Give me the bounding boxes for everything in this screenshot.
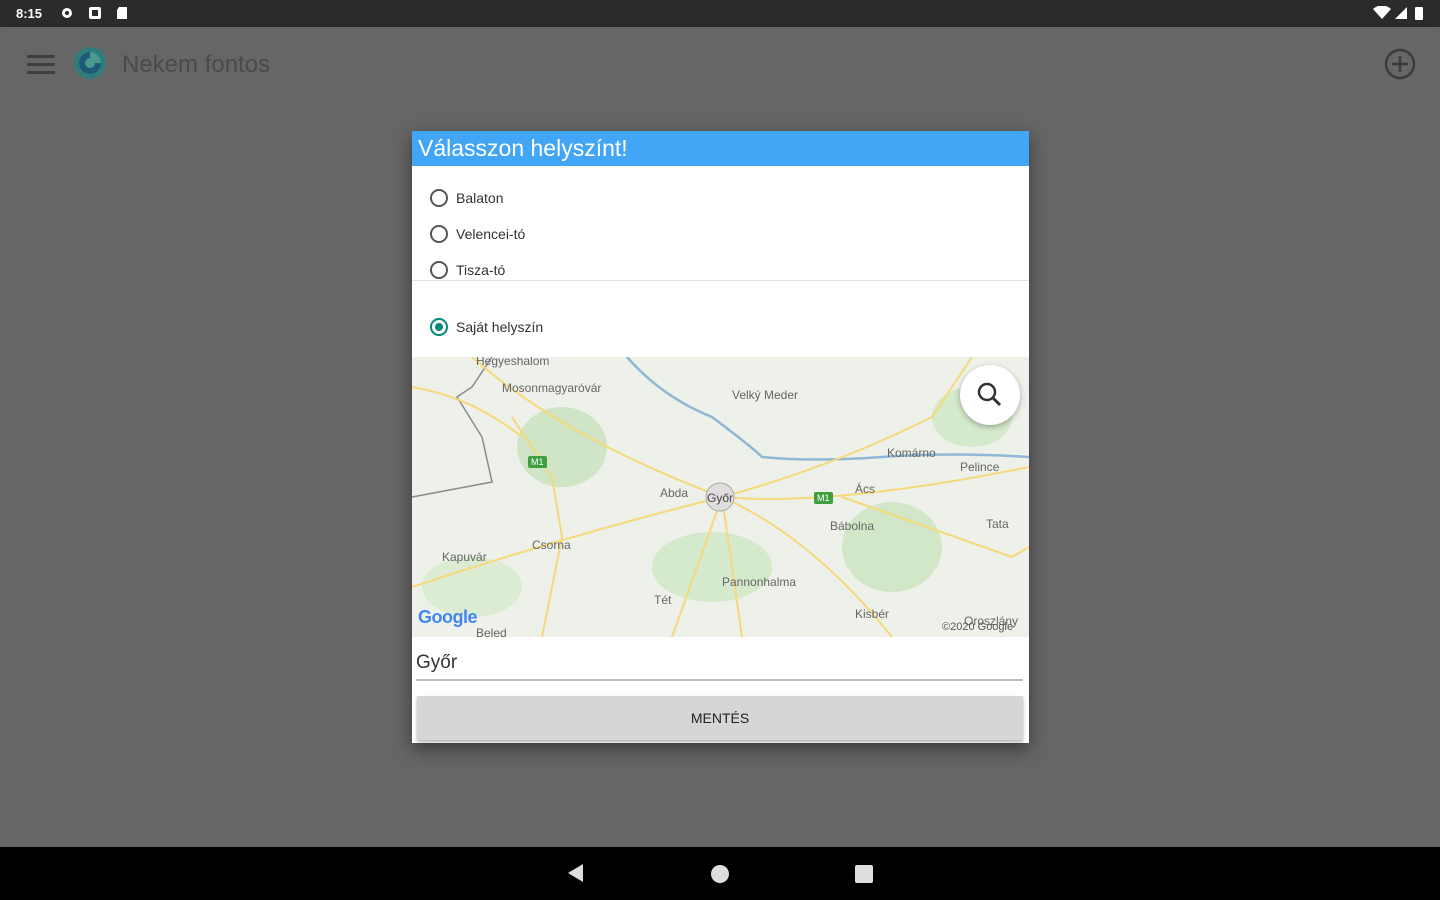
radio-label: Balaton xyxy=(456,190,504,206)
map-label: Pannonhalma xyxy=(722,575,797,589)
map-label: Velký Meder xyxy=(732,388,799,402)
map-label-selected-city: Győr xyxy=(707,491,734,505)
map-search-button[interactable] xyxy=(960,365,1020,425)
sd-card-icon xyxy=(117,7,127,19)
radio-button-selected[interactable] xyxy=(430,318,448,336)
radio-button[interactable] xyxy=(430,225,448,243)
map-label: Ács xyxy=(855,482,876,496)
signal-icon xyxy=(1395,7,1407,19)
map-label: Pelince xyxy=(960,460,1000,474)
battery-icon xyxy=(1415,7,1423,20)
radio-option-tisza-to[interactable]: Tisza-tó xyxy=(430,252,1029,288)
map-label: Tata xyxy=(986,517,1009,531)
notification-icon xyxy=(89,7,101,19)
status-bar: 8:15 xyxy=(0,0,1440,27)
home-icon[interactable] xyxy=(711,865,729,883)
city-input[interactable]: Győr xyxy=(416,647,1023,681)
map-label: Kisbér xyxy=(855,607,890,621)
road-badge: M1 xyxy=(814,492,833,504)
map-label: Kapuvár xyxy=(442,550,487,564)
save-button[interactable]: MENTÉS xyxy=(417,696,1023,740)
app-title: Nekem fontos xyxy=(122,51,271,78)
map-label: Beled xyxy=(476,626,507,637)
wifi-icon xyxy=(1373,6,1391,19)
back-icon[interactable] xyxy=(566,863,584,883)
location-dialog: Válasszon helyszínt! Balaton Velencei-tó… xyxy=(412,131,1029,743)
navigation-bar xyxy=(0,847,1440,900)
search-icon xyxy=(977,382,1002,407)
google-logo: Google xyxy=(418,607,478,627)
add-circle-icon[interactable] xyxy=(1383,47,1417,81)
dialog-title: Válasszon helyszínt! xyxy=(412,131,1029,166)
road-badge: M1 xyxy=(528,456,547,468)
preset-location-radio-group: Balaton Velencei-tó Tisza-tó xyxy=(412,166,1029,281)
recent-apps-icon[interactable] xyxy=(855,865,873,883)
map-label: Csorna xyxy=(532,538,571,552)
status-time: 8:15 xyxy=(16,6,43,21)
map-label: Bábolna xyxy=(830,519,875,533)
radio-option-own-location[interactable]: Saját helyszín xyxy=(430,309,543,345)
app-bar: Nekem fontos xyxy=(0,27,1440,99)
map-label: Hegyeshalom xyxy=(476,357,550,368)
map-label: Tét xyxy=(654,593,672,607)
map-view[interactable]: Hegyeshalom Mosonmagyaróvár Velký Meder … xyxy=(412,357,1029,637)
map-copyright: ©2020 Google xyxy=(942,621,1014,633)
map-label: Komárno xyxy=(887,446,936,460)
settings-icon xyxy=(62,8,72,18)
map-label: Abda xyxy=(660,486,689,500)
radio-button[interactable] xyxy=(430,189,448,207)
radio-button[interactable] xyxy=(430,261,448,279)
radio-option-balaton[interactable]: Balaton xyxy=(430,180,1029,216)
app-logo-icon xyxy=(74,47,106,79)
radio-label: Saját helyszín xyxy=(456,319,544,335)
radio-label: Velencei-tó xyxy=(456,226,526,242)
map-label: Mosonmagyaróvár xyxy=(502,381,602,395)
menu-icon[interactable] xyxy=(27,55,55,75)
radio-label: Tisza-tó xyxy=(456,262,506,278)
radio-option-velencei-to[interactable]: Velencei-tó xyxy=(430,216,1029,252)
